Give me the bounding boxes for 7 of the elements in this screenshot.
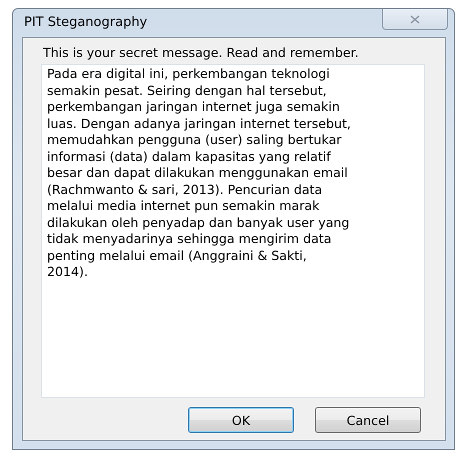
cancel-button[interactable]: Cancel [315, 407, 421, 433]
window-title: PIT Steganography [23, 14, 148, 30]
ok-button[interactable]: OK [188, 407, 294, 433]
message-box[interactable]: Pada era digital ini, perkembangan teknologi semakin pesat. Seiring dengan hal tersebut, perkembangan jaringan internet juga semakin luas. Dengan adanya jaringan internet tersebut, memudahkan pengguna (user) saling bertukar informasi (data) dalam kapasitas yang relatif besar dan dapat dilakukan menggunakan email (Rachmwanto & sari, 2013). Pencurian data melalui media internet pun semakin marak dilakukan oleh penyadap dan banyak user yang tidak menyadarinya sehingga mengirim data penting melalui email (Anggraini & Sakti, 2014). [41, 64, 425, 398]
close-button[interactable] [382, 9, 448, 30]
prompt-text: This is your secret message. Read and remember. [42, 44, 360, 62]
close-icon [410, 14, 420, 24]
